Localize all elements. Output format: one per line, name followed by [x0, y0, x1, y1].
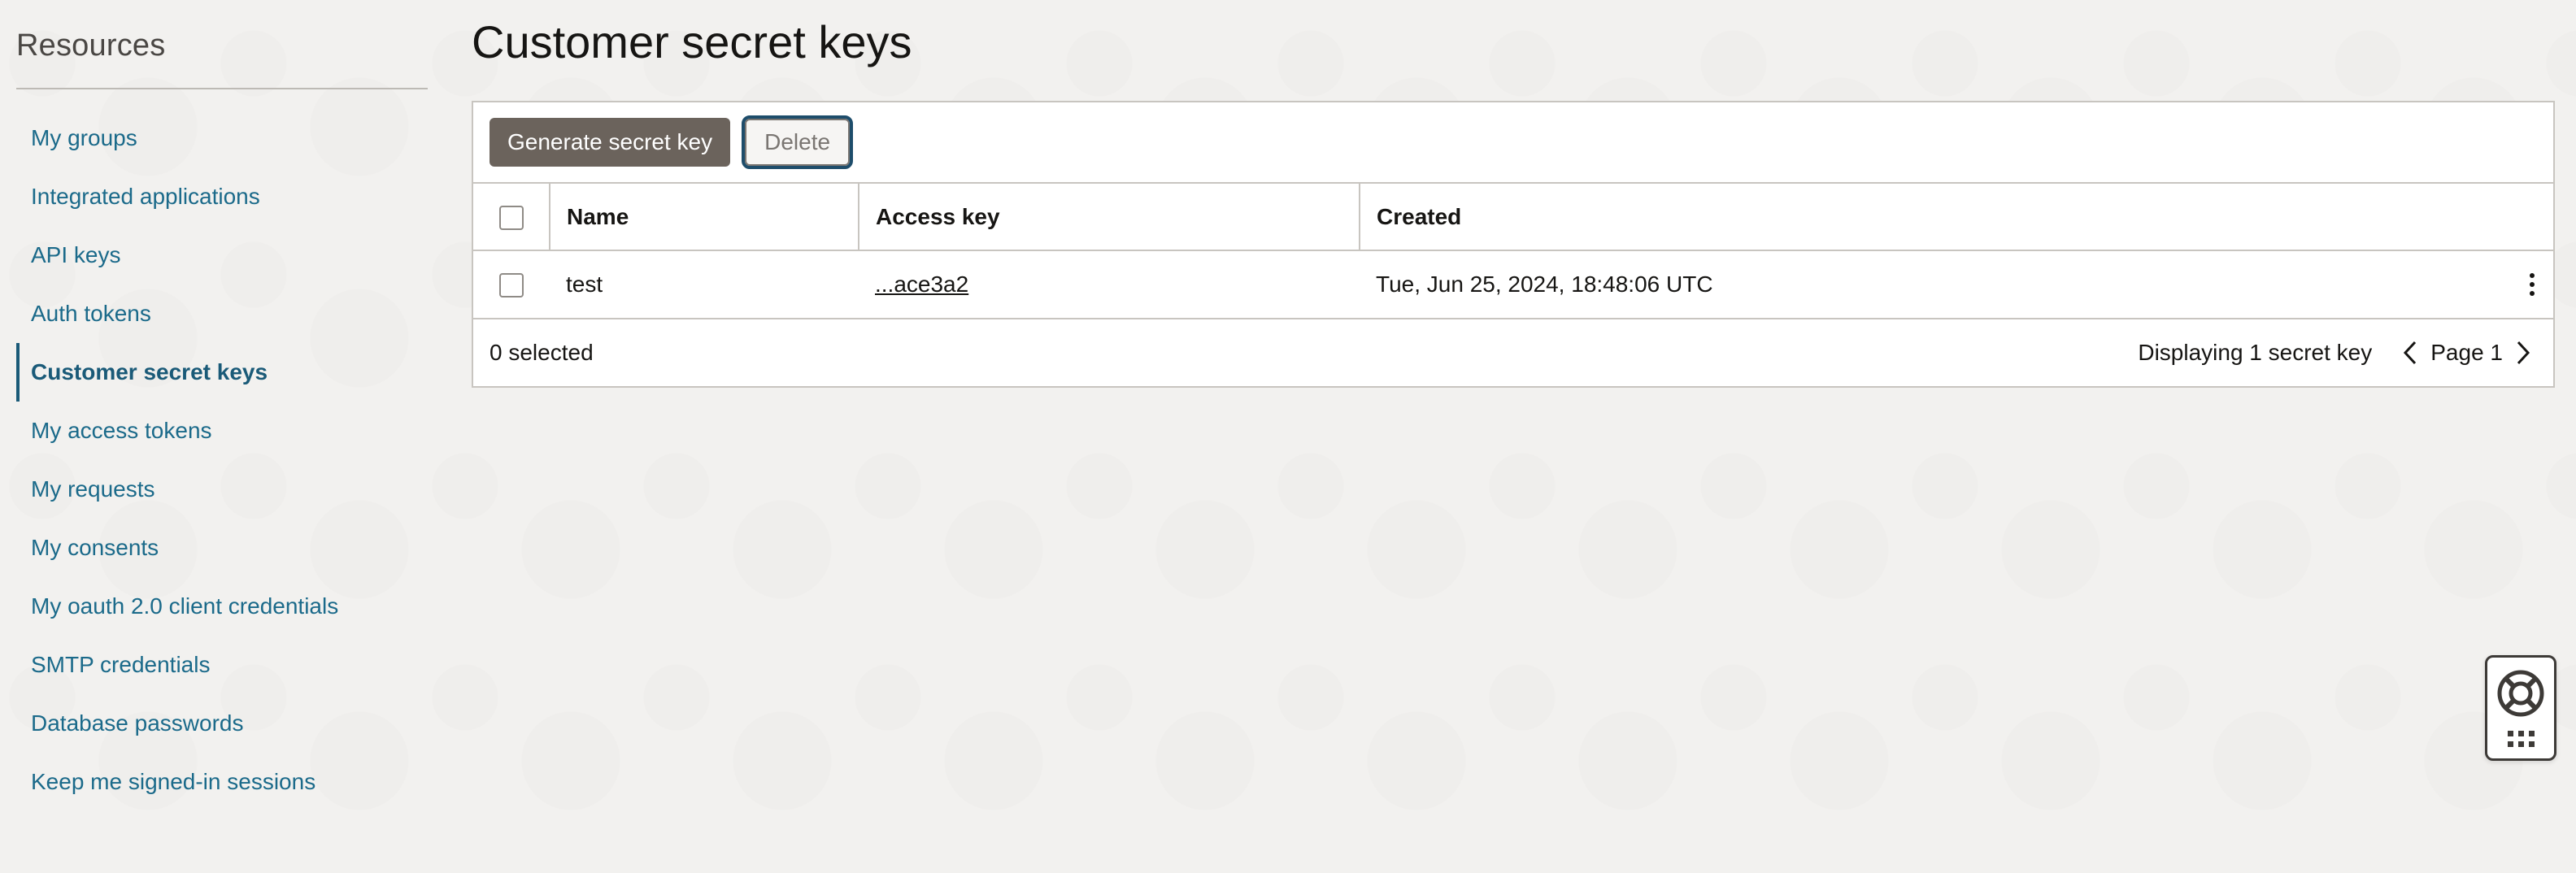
delete-button[interactable]: Delete	[742, 115, 854, 169]
select-all-checkbox[interactable]	[498, 205, 524, 230]
sidebar-item-integrated-applications[interactable]: Integrated applications	[16, 167, 428, 226]
row-created-cell: Tue, Jun 25, 2024, 18:48:06 UTC	[1360, 250, 2553, 319]
row-access-key-cell: ...ace3a2	[859, 250, 1360, 319]
sidebar-item-oauth-client-credentials[interactable]: My oauth 2.0 client credentials	[16, 577, 428, 636]
help-widget[interactable]	[2485, 655, 2556, 761]
row-name: test	[550, 250, 859, 319]
sidebar-item-customer-secret-keys[interactable]: Customer secret keys	[16, 343, 428, 402]
row-checkbox[interactable]	[499, 273, 524, 298]
access-key-link[interactable]: ...ace3a2	[875, 271, 968, 297]
sidebar-item-my-requests[interactable]: My requests	[16, 460, 428, 519]
sidebar-nav: My groups Integrated applications API ke…	[16, 109, 428, 811]
main-content: Customer secret keys Generate secret key…	[472, 0, 2556, 388]
table-row: test ...ace3a2 Tue, Jun 25, 2024, 18:48:…	[473, 250, 2553, 319]
sidebar-item-database-passwords[interactable]: Database passwords	[16, 694, 428, 753]
toolbar: Generate secret key Delete	[473, 102, 2553, 184]
sidebar-item-api-keys[interactable]: API keys	[16, 226, 428, 284]
pagination: Displaying 1 secret key Page 1	[2138, 337, 2537, 369]
grid-icon	[2507, 731, 2535, 748]
displaying-count: Displaying 1 secret key	[2138, 340, 2373, 365]
generate-secret-key-button[interactable]: Generate secret key	[490, 118, 731, 167]
row-created: Tue, Jun 25, 2024, 18:48:06 UTC	[1376, 271, 1713, 297]
lifebuoy-icon	[2496, 669, 2545, 722]
sidebar-item-my-access-tokens[interactable]: My access tokens	[16, 402, 428, 460]
chevron-right-icon[interactable]	[2509, 337, 2537, 369]
page-title: Customer secret keys	[472, 16, 912, 67]
page-indicator: Page 1	[2430, 340, 2503, 365]
sidebar-title: Resources	[16, 24, 428, 89]
sidebar-item-auth-tokens[interactable]: Auth tokens	[16, 284, 428, 343]
sidebar-item-my-consents[interactable]: My consents	[16, 519, 428, 577]
row-select-cell	[473, 250, 550, 319]
table-footer: 0 selected Displaying 1 secret key Page …	[473, 319, 2553, 386]
sidebar-item-my-groups[interactable]: My groups	[16, 109, 428, 167]
more-vertical-icon[interactable]	[2524, 268, 2540, 301]
select-all-cell	[473, 184, 550, 251]
resources-sidebar: Resources My groups Integrated applicati…	[16, 24, 428, 811]
selected-count: 0 selected	[490, 340, 594, 365]
column-header-access-key[interactable]: Access key	[858, 184, 1360, 251]
chevron-left-icon[interactable]	[2396, 337, 2424, 369]
secret-keys-table: Name Access key Created test ...ace3a2 T…	[473, 184, 2553, 319]
sidebar-item-smtp-credentials[interactable]: SMTP credentials	[16, 636, 428, 694]
column-header-name[interactable]: Name	[549, 184, 859, 251]
table-header-row: Name Access key Created	[473, 184, 2553, 251]
column-header-created[interactable]: Created	[1359, 184, 2553, 251]
secret-keys-panel: Generate secret key Delete Name Access k…	[472, 101, 2555, 388]
sidebar-item-signed-in-sessions[interactable]: Keep me signed-in sessions	[16, 753, 428, 811]
